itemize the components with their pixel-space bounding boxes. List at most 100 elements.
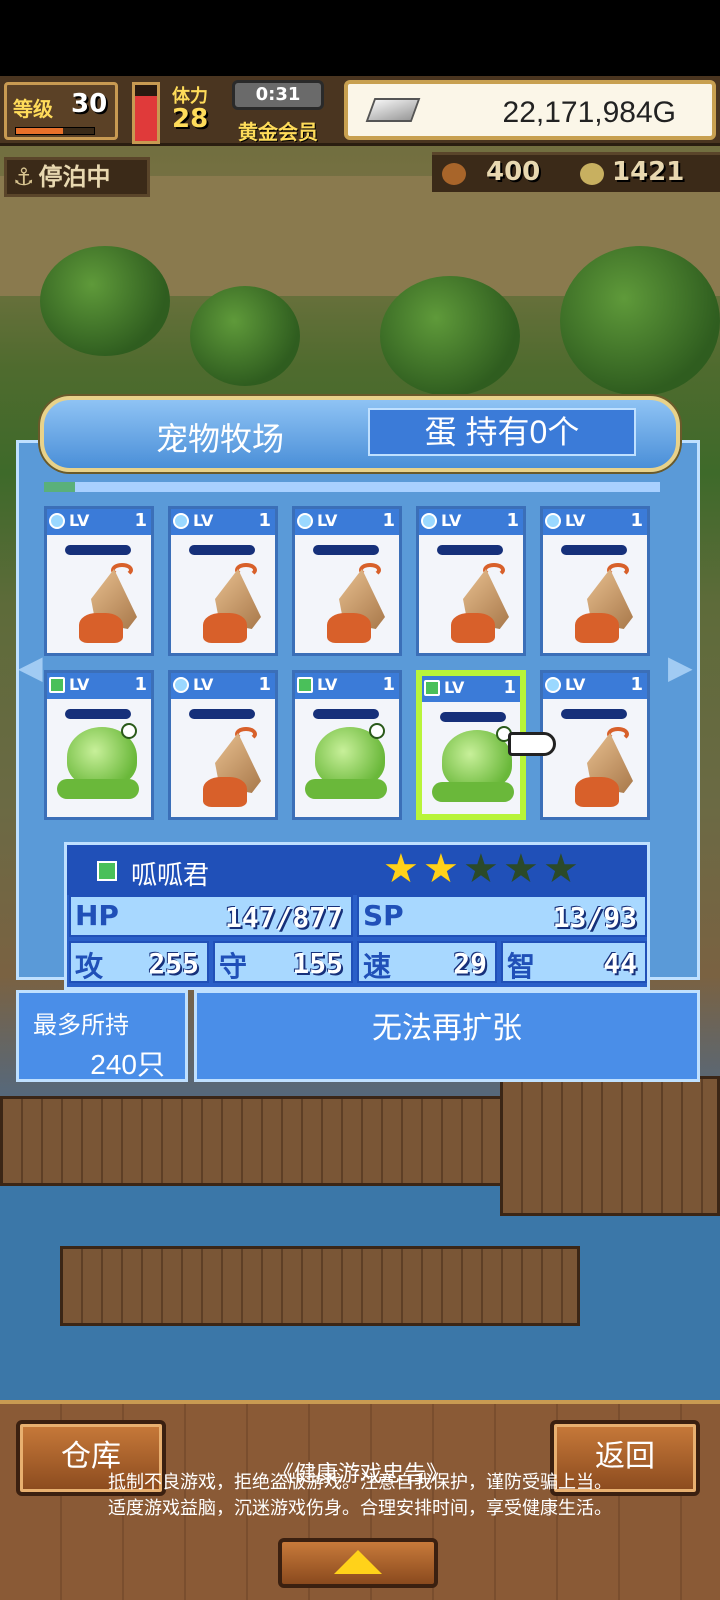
sp-cell: SP 13/93	[357, 895, 647, 937]
pet-level-label: LV	[69, 511, 90, 530]
tree	[380, 276, 520, 396]
pet-level-label: LV	[193, 675, 214, 694]
def-value: 155	[292, 947, 343, 980]
frog-sprite-icon	[51, 717, 147, 813]
star-empty-icon: ★	[503, 846, 539, 892]
nature-element-icon	[97, 861, 117, 881]
capacity-value: 240只	[90, 1049, 165, 1080]
timer: 0:31	[232, 80, 324, 110]
pet-card[interactable]: LV 1	[416, 506, 526, 656]
bottom-bar: 仓库 返回 《健康游戏忠告》 抵制不良游戏，拒绝盗版游戏。注意自我保护，谨防受骗…	[0, 1400, 720, 1600]
tree	[40, 246, 170, 356]
pet-level-label: LV	[317, 675, 338, 694]
egg-count-button[interactable]: 蛋 持有0个	[368, 408, 636, 456]
pet-card-header: LV 1	[422, 676, 520, 702]
water-element-icon	[545, 677, 561, 693]
exp-bar-fill	[16, 128, 63, 134]
hp-label: HP	[75, 899, 119, 932]
capacity-panel: 最多所持 240只	[16, 990, 188, 1082]
pet-level-value: 1	[258, 674, 271, 695]
tree	[190, 286, 300, 386]
pet-level-label: LV	[441, 511, 462, 530]
pet-card[interactable]: LV 1	[540, 670, 650, 820]
water-element-icon	[297, 513, 313, 529]
pet-card[interactable]: LV 1	[168, 670, 278, 820]
expand-button[interactable]: 无法再扩张	[194, 990, 700, 1082]
pet-card-header: LV 1	[543, 509, 647, 535]
pet-level-label: LV	[444, 678, 465, 697]
water-element-icon	[173, 513, 189, 529]
nature-element-icon	[297, 677, 313, 693]
pet-name: 呱呱君	[131, 860, 210, 890]
pet-level-label: LV	[317, 511, 338, 530]
pet-level-value: 1	[258, 510, 271, 531]
expand-menu-button[interactable]	[278, 1538, 438, 1588]
pet-level-value: 1	[382, 674, 395, 695]
capacity-label: 最多所持	[33, 1012, 129, 1039]
tree	[560, 246, 720, 396]
body-value: 28	[172, 104, 209, 134]
level-value: 30	[71, 89, 108, 119]
pet-hp-bar	[65, 545, 131, 555]
pet-hp-bar	[189, 545, 255, 555]
hermit-crab-sprite-icon	[201, 727, 263, 809]
pet-level-value: 1	[134, 674, 147, 695]
spd-value: 29	[453, 947, 487, 980]
nature-element-icon	[424, 680, 440, 696]
hermit-crab-sprite-icon	[573, 727, 635, 809]
wooden-pier	[60, 1246, 580, 1326]
pet-hp-bar	[313, 545, 379, 555]
pet-level-value: 1	[382, 510, 395, 531]
atk-cell: 攻 255	[69, 941, 209, 983]
pet-card[interactable]: LV 1	[44, 506, 154, 656]
pet-level-value: 1	[630, 510, 643, 531]
health-warning-line: 抵制不良游戏，拒绝盗版游戏。注意自我保护，谨防受骗上当。	[108, 1472, 612, 1492]
dock-status-badge: ⚓ 停泊中	[4, 157, 150, 197]
pet-level-label: LV	[69, 675, 90, 694]
star-empty-icon: ★	[463, 846, 499, 892]
pet-card[interactable]: LV 1	[292, 506, 402, 656]
resource-2-value: 1421	[612, 157, 685, 187]
grid-scrollbar[interactable]	[44, 482, 660, 492]
atk-label: 攻	[75, 950, 104, 983]
pet-level-value: 1	[134, 510, 147, 531]
scroll-left-arrow-icon[interactable]: ◀	[18, 648, 43, 686]
pet-card[interactable]: LV 1	[292, 670, 402, 820]
water-element-icon	[545, 513, 561, 529]
pet-card-header: LV 1	[419, 509, 523, 535]
wooden-pier	[500, 1076, 720, 1216]
pet-name-row: 呱呱君 ★ ★ ★ ★ ★	[67, 845, 647, 895]
health-warning-line: 适度游戏益脑，沉迷游戏伤身。合理安排时间，享受健康生活。	[108, 1498, 612, 1518]
level-panel: 等级 30	[4, 82, 118, 140]
stamina-gauge	[132, 82, 160, 144]
pet-card[interactable]: LV 1	[168, 506, 278, 656]
pet-hp-bar	[561, 709, 627, 719]
stamina-gauge-fill	[135, 96, 157, 141]
wood-icon	[442, 163, 466, 185]
frog-sprite-icon	[299, 717, 395, 813]
star-filled-icon: ★	[383, 846, 419, 892]
hp-cell: HP 147/877	[69, 895, 353, 937]
pet-level-value: 1	[506, 510, 519, 531]
pet-level-label: LV	[565, 511, 586, 530]
grid-scrollbar-thumb[interactable]	[44, 482, 75, 492]
expand-status-text: 无法再扩张	[372, 1012, 522, 1045]
hermit-crab-sprite-icon	[325, 563, 387, 645]
coin-icon	[580, 163, 604, 185]
pet-card[interactable]: LV 1	[44, 670, 154, 820]
up-arrow-icon	[334, 1550, 382, 1574]
star-filled-icon: ★	[423, 846, 459, 892]
pet-card-header: LV 1	[295, 673, 399, 699]
pet-info-panel: 呱呱君 ★ ★ ★ ★ ★ HP 147/877 SP 13/93 攻 255 守 15…	[64, 842, 650, 990]
spd-cell: 速 29	[357, 941, 497, 983]
silver-bar-icon	[365, 98, 421, 122]
water-element-icon	[49, 513, 65, 529]
wooden-pier	[0, 1096, 520, 1186]
int-cell: 智 44	[501, 941, 647, 983]
scroll-right-arrow-icon[interactable]: ▶	[668, 648, 693, 686]
pet-card[interactable]: LV 1	[540, 506, 650, 656]
pet-card-header: LV 1	[171, 673, 275, 699]
int-value: 44	[603, 947, 637, 980]
pet-card-header: LV 1	[543, 673, 647, 699]
hermit-crab-sprite-icon	[573, 563, 635, 645]
